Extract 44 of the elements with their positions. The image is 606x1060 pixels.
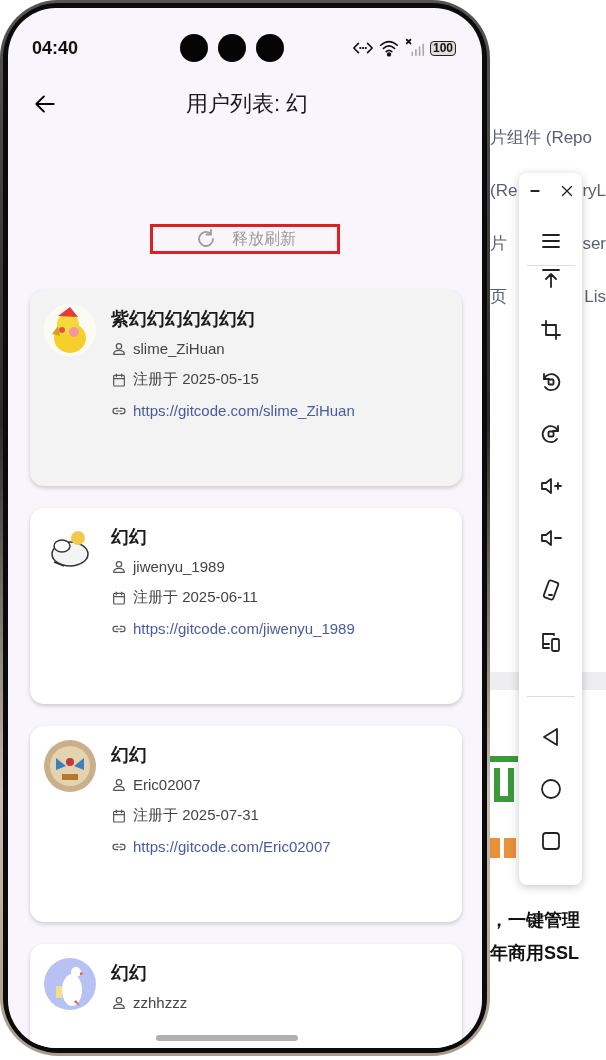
page-title: 用户列表: 幻	[184, 90, 310, 118]
user-name: 紫幻幻幻幻幻幻幻	[111, 308, 256, 331]
camera-icon	[256, 34, 284, 62]
calendar-icon	[111, 807, 127, 824]
person-icon	[111, 558, 127, 575]
crop-icon[interactable]	[538, 318, 563, 342]
background-text: (Re	[490, 180, 518, 202]
username: jiwenyu_1989	[133, 558, 225, 575]
registration-date: 注册于 2025-06-11	[133, 588, 258, 607]
person-icon	[111, 340, 127, 357]
user-card[interactable]: 幻幻 Eric02007 注册于 2025-07-31 https://gitcode.com/Eric02007	[30, 726, 462, 922]
calendar-icon	[111, 589, 127, 606]
home-circle-icon[interactable]	[538, 777, 563, 801]
user-card[interactable]: 幻幻 zzhhzzz	[30, 944, 462, 1048]
profile-link[interactable]: https://gitcode.com/slime_ZiHuan	[133, 402, 355, 419]
background-text: 片组件 (Repo	[490, 127, 593, 149]
camera-icon	[180, 34, 208, 62]
person-icon	[111, 776, 127, 793]
user-card[interactable]: 幻幻 jiwenyu_1989 注册于 2025-06-11 https://gitcode.com/jiwenyu_1989	[30, 508, 462, 704]
status-time: 04:40	[32, 37, 79, 59]
background-text: 片	[490, 233, 507, 255]
background-text: 年商用SSL	[490, 942, 580, 965]
registration-date: 注册于 2025-05-15	[133, 370, 259, 389]
calendar-icon	[111, 371, 127, 388]
background-text: ser	[582, 233, 606, 255]
refresh-indicator: 释放刷新	[150, 224, 340, 254]
user-name: 幻幻	[111, 744, 148, 767]
signal-icon	[403, 37, 426, 59]
username: slime_ZiHuan	[133, 340, 225, 357]
camera-icon	[218, 34, 246, 62]
user-card[interactable]: 紫幻幻幻幻幻幻幻 slime_ZiHuan 注册于 2025-05-15 https://gitcode.com/slime_ZiHuan	[30, 290, 462, 486]
battery-level: 100	[429, 40, 456, 56]
username: zzhhzzz	[133, 994, 188, 1011]
username: Eric02007	[133, 776, 201, 793]
background-text: Lis	[584, 286, 606, 308]
user-name: 幻幻	[111, 526, 148, 549]
background-text: ryL	[582, 180, 606, 202]
registration-date: 注册于 2025-07-31	[133, 806, 259, 825]
profile-link[interactable]: https://gitcode.com/Eric02007	[133, 838, 331, 855]
background-text: 页	[490, 286, 507, 308]
background-text: ，一键管理	[490, 909, 581, 932]
profile-link[interactable]: https://gitcode.com/jiwenyu_1989	[133, 620, 355, 637]
user-name: 幻幻	[111, 962, 148, 985]
person-icon	[111, 994, 127, 1011]
